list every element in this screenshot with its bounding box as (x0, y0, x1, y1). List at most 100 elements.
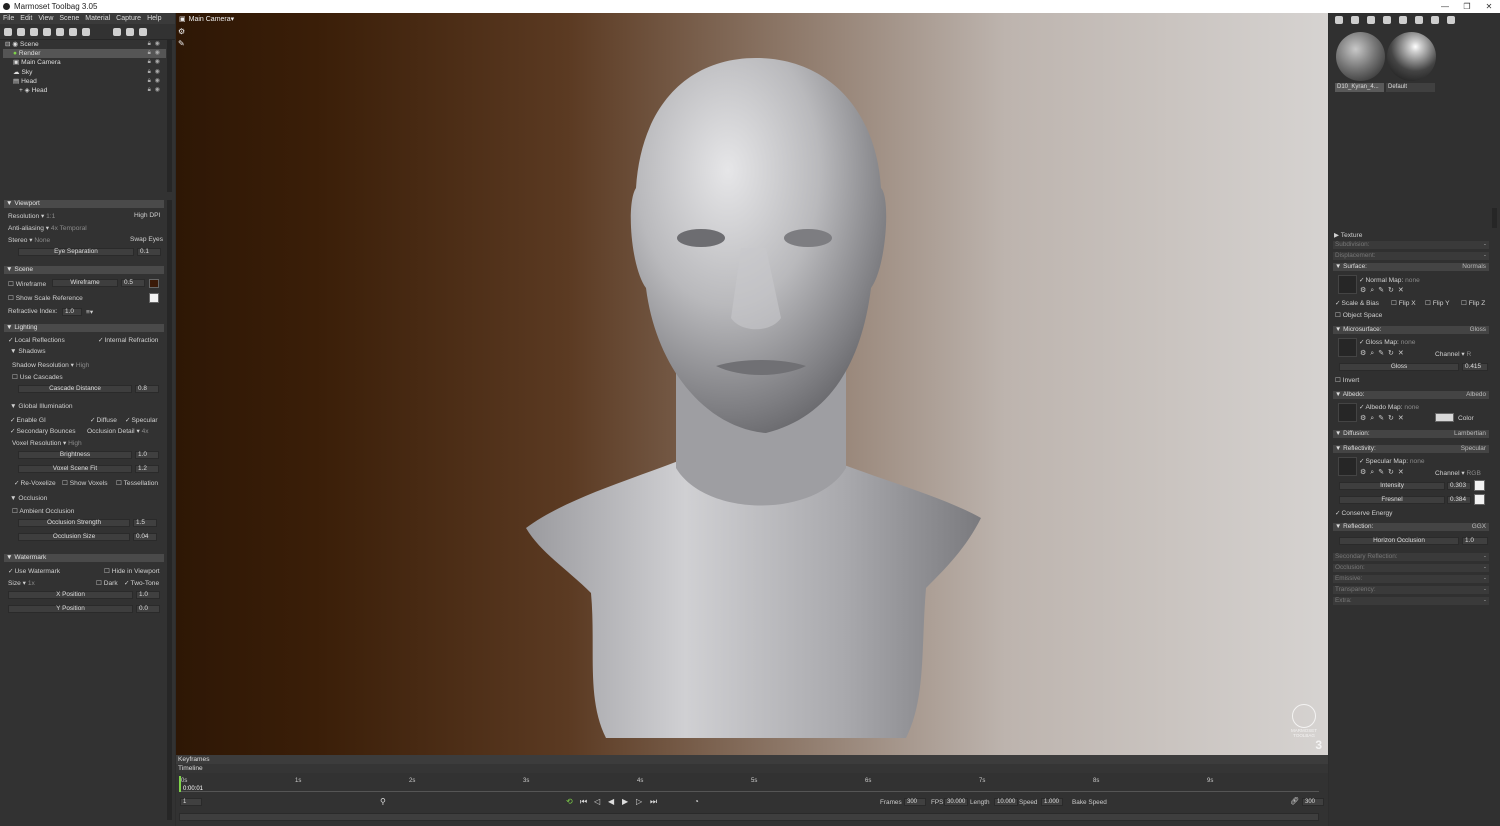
emissive-section[interactable]: Emissive: - (1333, 575, 1489, 583)
wrench-icon[interactable]: ✎ (178, 39, 185, 48)
normal-map-tools-icon[interactable]: ⚙⌕✎↻✕ (1360, 286, 1408, 295)
intensity-slider[interactable]: Intensity (1339, 482, 1445, 490)
specular-map-slot[interactable] (1338, 457, 1357, 476)
bake-speed-button[interactable]: Bake Speed (1072, 799, 1107, 806)
step-back-icon[interactable]: ◁ (594, 797, 600, 806)
reflection-section[interactable]: ▼ Reflection: GGX (1333, 523, 1489, 531)
cascade-distance-slider[interactable]: Cascade Distance (18, 385, 132, 393)
albedo-map-slot[interactable] (1338, 403, 1357, 422)
material-list-scrollbar[interactable] (1492, 208, 1497, 228)
duplicate-icon[interactable] (126, 27, 134, 36)
duplicate-material-icon[interactable] (1351, 16, 1359, 24)
menu-file[interactable]: File (0, 15, 17, 22)
remove-unused-icon[interactable] (1367, 16, 1375, 24)
diffusion-section[interactable]: ▼ Diffusion: Lambertian (1333, 430, 1489, 438)
refractive-preset-icon[interactable]: ≡▾ (86, 308, 93, 316)
swap-eyes-checkbox[interactable]: Swap Eyes (130, 236, 163, 243)
gear-icon[interactable]: ⚙ (178, 27, 185, 36)
maximize-button[interactable]: ❐ (1456, 0, 1478, 13)
horizon-occlusion-value[interactable]: 1.0 (1462, 537, 1488, 545)
gloss-channel-dropdown[interactable]: Channel ▾ R (1435, 350, 1471, 358)
eye-separation-slider[interactable]: Eye Separation (18, 248, 134, 256)
material-preview-kyran[interactable] (1336, 32, 1385, 81)
tree-item-main-camera[interactable]: ▣ Main Camera 🔒︎◉ (3, 58, 166, 67)
gloss-slider[interactable]: Gloss (1339, 363, 1459, 371)
fresnel-value[interactable]: 0.384 (1447, 496, 1471, 504)
pick-material-icon[interactable] (1415, 16, 1423, 24)
albedo-map-tools-icon[interactable]: ⚙⌕✎↻✕ (1360, 414, 1408, 423)
menu-view[interactable]: View (35, 15, 56, 22)
shadows-subsection[interactable]: ▼ Shadows (10, 348, 46, 355)
menu-scene[interactable]: Scene (56, 15, 82, 22)
menu-edit[interactable]: Edit (17, 15, 35, 22)
gloss-map-label[interactable]: Gloss Map: none (1359, 338, 1416, 346)
flip-x-checkbox[interactable]: ☐ Flip X (1391, 299, 1416, 307)
texture-section[interactable]: ▶ Texture (1334, 231, 1362, 239)
menu-help[interactable]: Help (144, 15, 164, 22)
scale-bias-checkbox[interactable]: Scale & Bias (1335, 299, 1379, 307)
refractive-index-value[interactable]: 1.0 (62, 308, 82, 316)
secondary-bounces-checkbox[interactable]: Secondary Bounces (10, 427, 76, 435)
secondary-reflection-section[interactable]: Secondary Reflection: - (1333, 553, 1489, 561)
albedo-color-swatch[interactable] (1435, 413, 1454, 422)
timeline-bar[interactable]: Timeline (176, 764, 1328, 773)
specular-map-label[interactable]: Specular Map: none (1359, 457, 1425, 465)
material-name-default[interactable]: Default (1386, 83, 1435, 92)
trash-icon[interactable] (139, 27, 147, 36)
keyframes-bar[interactable]: Keyframes (176, 755, 1328, 764)
close-button[interactable]: ✕ (1478, 0, 1500, 13)
specular-checkbox[interactable]: Specular (125, 416, 158, 424)
speed-dial-icon[interactable]: ◔ (694, 797, 699, 806)
stereo-dropdown[interactable]: Stereo ▾ None (8, 236, 50, 244)
x-position-slider[interactable]: X Position (8, 591, 133, 599)
step-forward-icon[interactable]: ▷ (636, 797, 642, 806)
scene-tree-scrollbar[interactable] (167, 40, 172, 192)
show-scale-checkbox[interactable]: ☐ Show Scale Reference (8, 294, 83, 302)
watermark-section-header[interactable]: ▼ Watermark (4, 554, 164, 562)
enable-gi-checkbox[interactable]: Enable GI (10, 416, 46, 424)
material-preview-default[interactable] (1387, 32, 1436, 81)
settings-scrollbar[interactable] (167, 200, 172, 820)
internal-refraction-checkbox[interactable]: Internal Refraction (98, 336, 159, 344)
frame-field[interactable]: 1 (180, 798, 202, 806)
gloss-map-tools-icon[interactable]: ⚙⌕✎↻✕ (1360, 349, 1408, 358)
timeline-settings-icon[interactable]: ⚲ (380, 797, 386, 806)
add-camera-icon[interactable] (30, 27, 38, 36)
add-object-icon[interactable] (4, 27, 12, 36)
add-turntable-icon[interactable] (43, 27, 51, 36)
object-space-checkbox[interactable]: ☐ Object Space (1335, 311, 1382, 319)
intensity-value[interactable]: 0.303 (1447, 482, 1471, 490)
surface-section[interactable]: ▼ Surface: Normals (1333, 263, 1489, 271)
gloss-map-slot[interactable] (1338, 338, 1357, 357)
brightness-slider[interactable]: Brightness (18, 451, 132, 459)
displacement-section[interactable]: Displacement: - (1333, 252, 1489, 260)
horizon-occlusion-slider[interactable]: Horizon Occlusion (1339, 537, 1459, 545)
occlusion-size-value[interactable]: 0.04 (133, 533, 157, 541)
skip-to-end-icon[interactable]: ⏭ (650, 797, 657, 807)
add-baker-icon[interactable] (69, 27, 77, 36)
invert-checkbox[interactable]: ☐ Invert (1335, 376, 1359, 384)
link-icon[interactable]: 🔗︎ (1290, 797, 1299, 805)
dark-checkbox[interactable]: ☐ Dark (96, 579, 118, 587)
normal-map-slot[interactable] (1338, 275, 1357, 294)
voxel-scene-fit-value[interactable]: 1.2 (135, 465, 159, 473)
open-folder-icon[interactable] (1383, 16, 1391, 24)
watermark-size-dropdown[interactable]: Size ▾ 1x (8, 579, 35, 587)
gloss-value[interactable]: 0.415 (1462, 363, 1488, 371)
menu-material[interactable]: Material (82, 15, 113, 22)
intensity-color-swatch[interactable] (1474, 480, 1485, 491)
length-field[interactable]: 10.000 (994, 798, 1018, 806)
occlusion-detail-dropdown[interactable]: Occlusion Detail ▾ 4x (87, 427, 149, 435)
scale-color-swatch[interactable] (149, 293, 159, 303)
occlusion-subsection[interactable]: ▼ Occlusion (10, 495, 47, 502)
transparency-section[interactable]: Transparency: - (1333, 586, 1489, 594)
wireframe-value[interactable]: 0.5 (121, 279, 145, 287)
voxel-resolution-dropdown[interactable]: Voxel Resolution ▾ High (12, 439, 82, 447)
skip-to-start-icon[interactable]: ⏮ (580, 797, 587, 807)
3d-viewport[interactable]: ▣ Main Camera ▾ ⚙ ✎ MARMOSET TOOLBAG 3 (176, 13, 1328, 755)
local-reflections-checkbox[interactable]: Local Reflections (8, 336, 65, 344)
hide-in-viewport-checkbox[interactable]: ☐ Hide in Viewport (104, 567, 160, 575)
fps-field[interactable]: 30.000 (944, 798, 968, 806)
delete-material-icon[interactable] (1399, 16, 1407, 24)
scene-section-header[interactable]: ▼ Scene (4, 266, 164, 274)
